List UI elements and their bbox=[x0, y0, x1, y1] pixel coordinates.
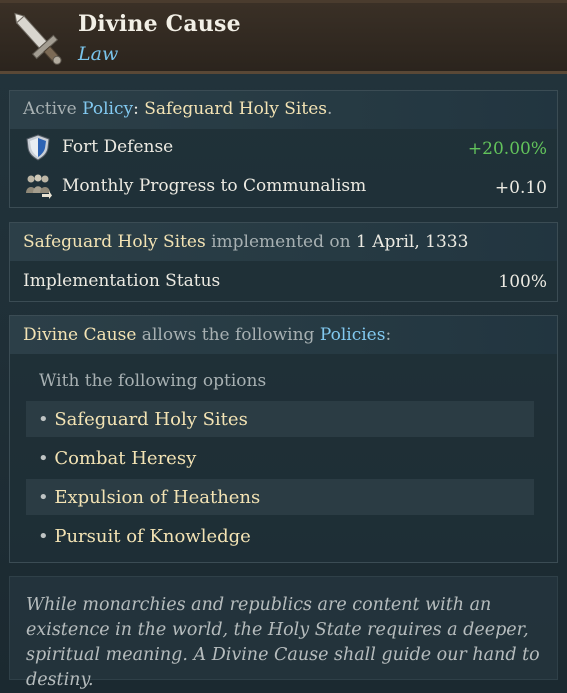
active-policy-row: Active Policy: Safeguard Holy Sites. bbox=[10, 91, 557, 129]
active-policy-name[interactable]: Safeguard Holy Sites bbox=[144, 99, 327, 119]
active-policy-section: Active Policy: Safeguard Holy Sites. For… bbox=[9, 90, 558, 208]
people-icon bbox=[26, 174, 52, 199]
policy-option[interactable]: • Combat Heresy bbox=[38, 448, 196, 469]
implemented-date: 1 April, 1333 bbox=[355, 232, 469, 252]
allows-colon: : bbox=[385, 325, 392, 345]
tooltip-header: Divine Cause Law bbox=[0, 0, 567, 74]
implementation-row: Safeguard Holy Sites implemented on 1 Ap… bbox=[10, 223, 557, 261]
active-suffix: . bbox=[326, 99, 333, 119]
policy-link[interactable]: Policy bbox=[82, 99, 133, 119]
allows-middle: allows the following bbox=[136, 325, 320, 345]
allowed-policies-section: Divine Cause allows the following Polici… bbox=[9, 315, 558, 563]
policy-option-label: Safeguard Holy Sites bbox=[54, 409, 248, 430]
effect-value-communalism: +0.10 bbox=[494, 178, 547, 198]
shield-icon bbox=[26, 134, 50, 161]
allows-law-name[interactable]: Divine Cause bbox=[23, 325, 136, 345]
options-heading: With the following options bbox=[39, 371, 267, 391]
sword-icon bbox=[14, 12, 62, 65]
policy-option[interactable]: • Expulsion of Heathens bbox=[38, 487, 260, 508]
policy-option[interactable]: • Safeguard Holy Sites bbox=[38, 409, 248, 430]
implemented-policy-name[interactable]: Safeguard Holy Sites bbox=[23, 232, 206, 252]
policy-option-label: Pursuit of Knowledge bbox=[54, 526, 251, 547]
implemented-middle: implemented on bbox=[205, 232, 356, 252]
effect-label-communalism: Monthly Progress to Communalism bbox=[62, 176, 367, 196]
flavor-text: While monarchies and republics are conte… bbox=[9, 576, 558, 690]
allowed-policies-row: Divine Cause allows the following Polici… bbox=[10, 316, 557, 354]
implementation-section: Safeguard Holy Sites implemented on 1 Ap… bbox=[9, 222, 558, 302]
policy-option-label: Expulsion of Heathens bbox=[54, 487, 261, 508]
policy-option-label: Combat Heresy bbox=[54, 448, 197, 469]
law-tooltip: Divine Cause Law Active Policy: Safeguar… bbox=[0, 0, 567, 690]
active-colon: : bbox=[133, 99, 145, 119]
effect-value-fort-defense: +20.00% bbox=[467, 139, 547, 159]
effect-label-fort-defense: Fort Defense bbox=[62, 137, 174, 157]
policy-option[interactable]: • Pursuit of Knowledge bbox=[38, 526, 251, 547]
implementation-status-label: Implementation Status bbox=[23, 271, 221, 291]
policies-link[interactable]: Policies bbox=[320, 325, 386, 345]
law-category: Law bbox=[78, 43, 119, 65]
implementation-line: Safeguard Holy Sites implemented on 1 Ap… bbox=[23, 232, 468, 252]
active-policy-line: Active Policy: Safeguard Holy Sites. bbox=[23, 99, 332, 119]
law-title: Divine Cause bbox=[78, 11, 241, 37]
implementation-status-value: 100% bbox=[498, 272, 547, 292]
allowed-policies-line: Divine Cause allows the following Polici… bbox=[23, 325, 391, 345]
active-prefix: Active bbox=[23, 99, 77, 119]
